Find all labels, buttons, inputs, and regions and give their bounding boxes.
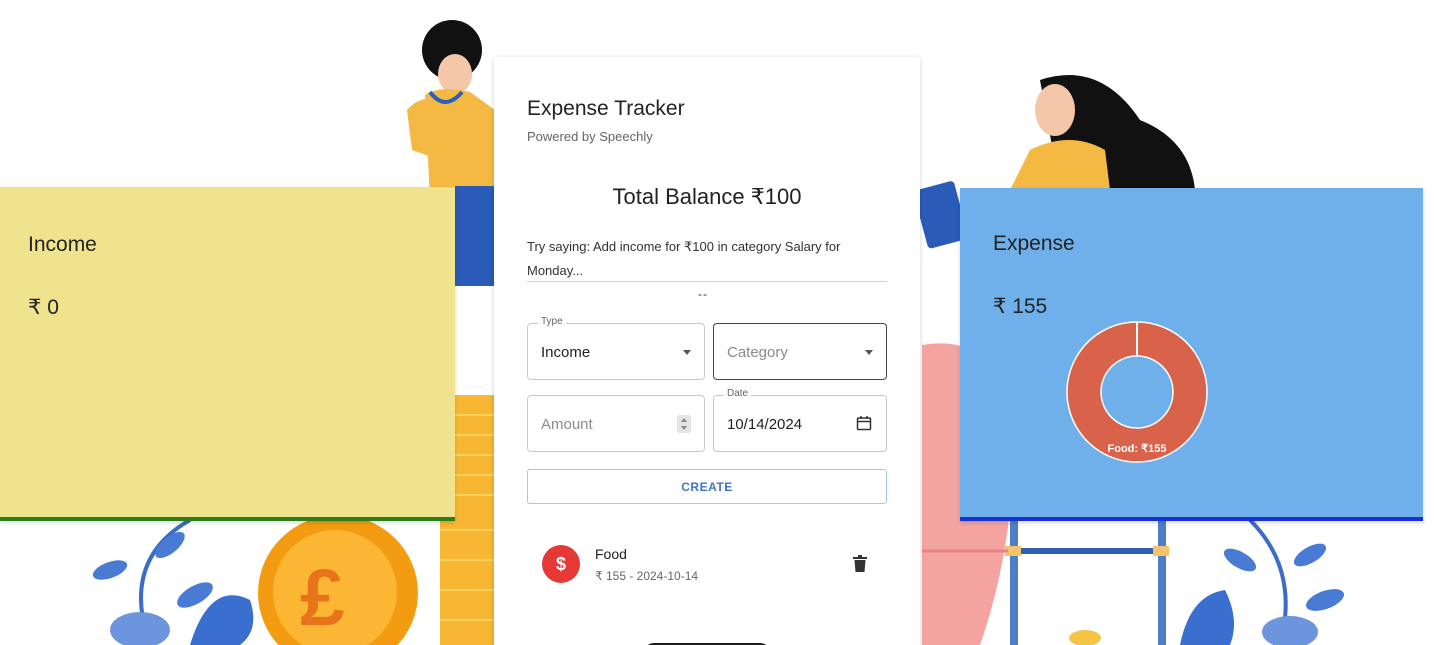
amount-input[interactable]: Amount [527,395,705,452]
date-input[interactable]: Date 10/14/2024 [713,388,887,452]
income-card: Income ₹ 0 [0,187,455,521]
date-legend: Date [724,388,752,399]
expense-amount: ₹ 155 [993,295,1048,318]
trash-icon[interactable] [853,555,867,572]
transaction-list-item[interactable]: $ Food ₹ 155 - 2024-10-14 [527,535,887,595]
expense-title: Expense [993,232,1075,255]
expense-tracker-card: Expense Tracker Powered by Speechly Tota… [494,57,920,645]
number-spinner-icon[interactable] [677,415,691,433]
chart-label-food: Food: ₹155 [1108,443,1167,455]
leaves-left-illustration [92,518,254,645]
type-value: Income [541,344,591,361]
calendar-icon[interactable] [856,415,872,431]
hint-separator: -- [698,287,708,301]
category-placeholder: Category [727,344,788,361]
chevron-down-icon [865,350,873,355]
leaves-right-illustration [1180,518,1345,645]
date-value: 10/14/2024 [727,416,803,433]
income-title: Income [28,233,97,256]
amount-placeholder: Amount [541,416,593,433]
dollar-icon: $ [542,545,580,583]
expense-card: Expense ₹ 155 Food: ₹155 [960,188,1423,521]
transaction-detail: ₹ 155 - 2024-10-14 [595,569,699,583]
type-legend: Type [538,316,566,327]
svg-text:£: £ [300,553,345,642]
app-title: Expense Tracker [527,97,685,120]
app-subtitle: Powered by Speechly [527,129,653,144]
category-select[interactable]: Category [713,323,887,380]
type-select[interactable]: Type Income [527,316,705,380]
create-button[interactable]: CREATE [527,469,887,504]
income-amount: ₹ 0 [28,296,59,319]
transaction-category: Food [595,546,627,562]
expense-donut-chart[interactable]: Food: ₹155 [1064,319,1210,465]
total-balance: Total Balance ₹100 [612,184,802,209]
speech-hint: Try saying: Add income for ₹100 in categ… [527,239,841,278]
hint-divider [527,281,887,282]
chevron-down-icon [683,350,691,355]
